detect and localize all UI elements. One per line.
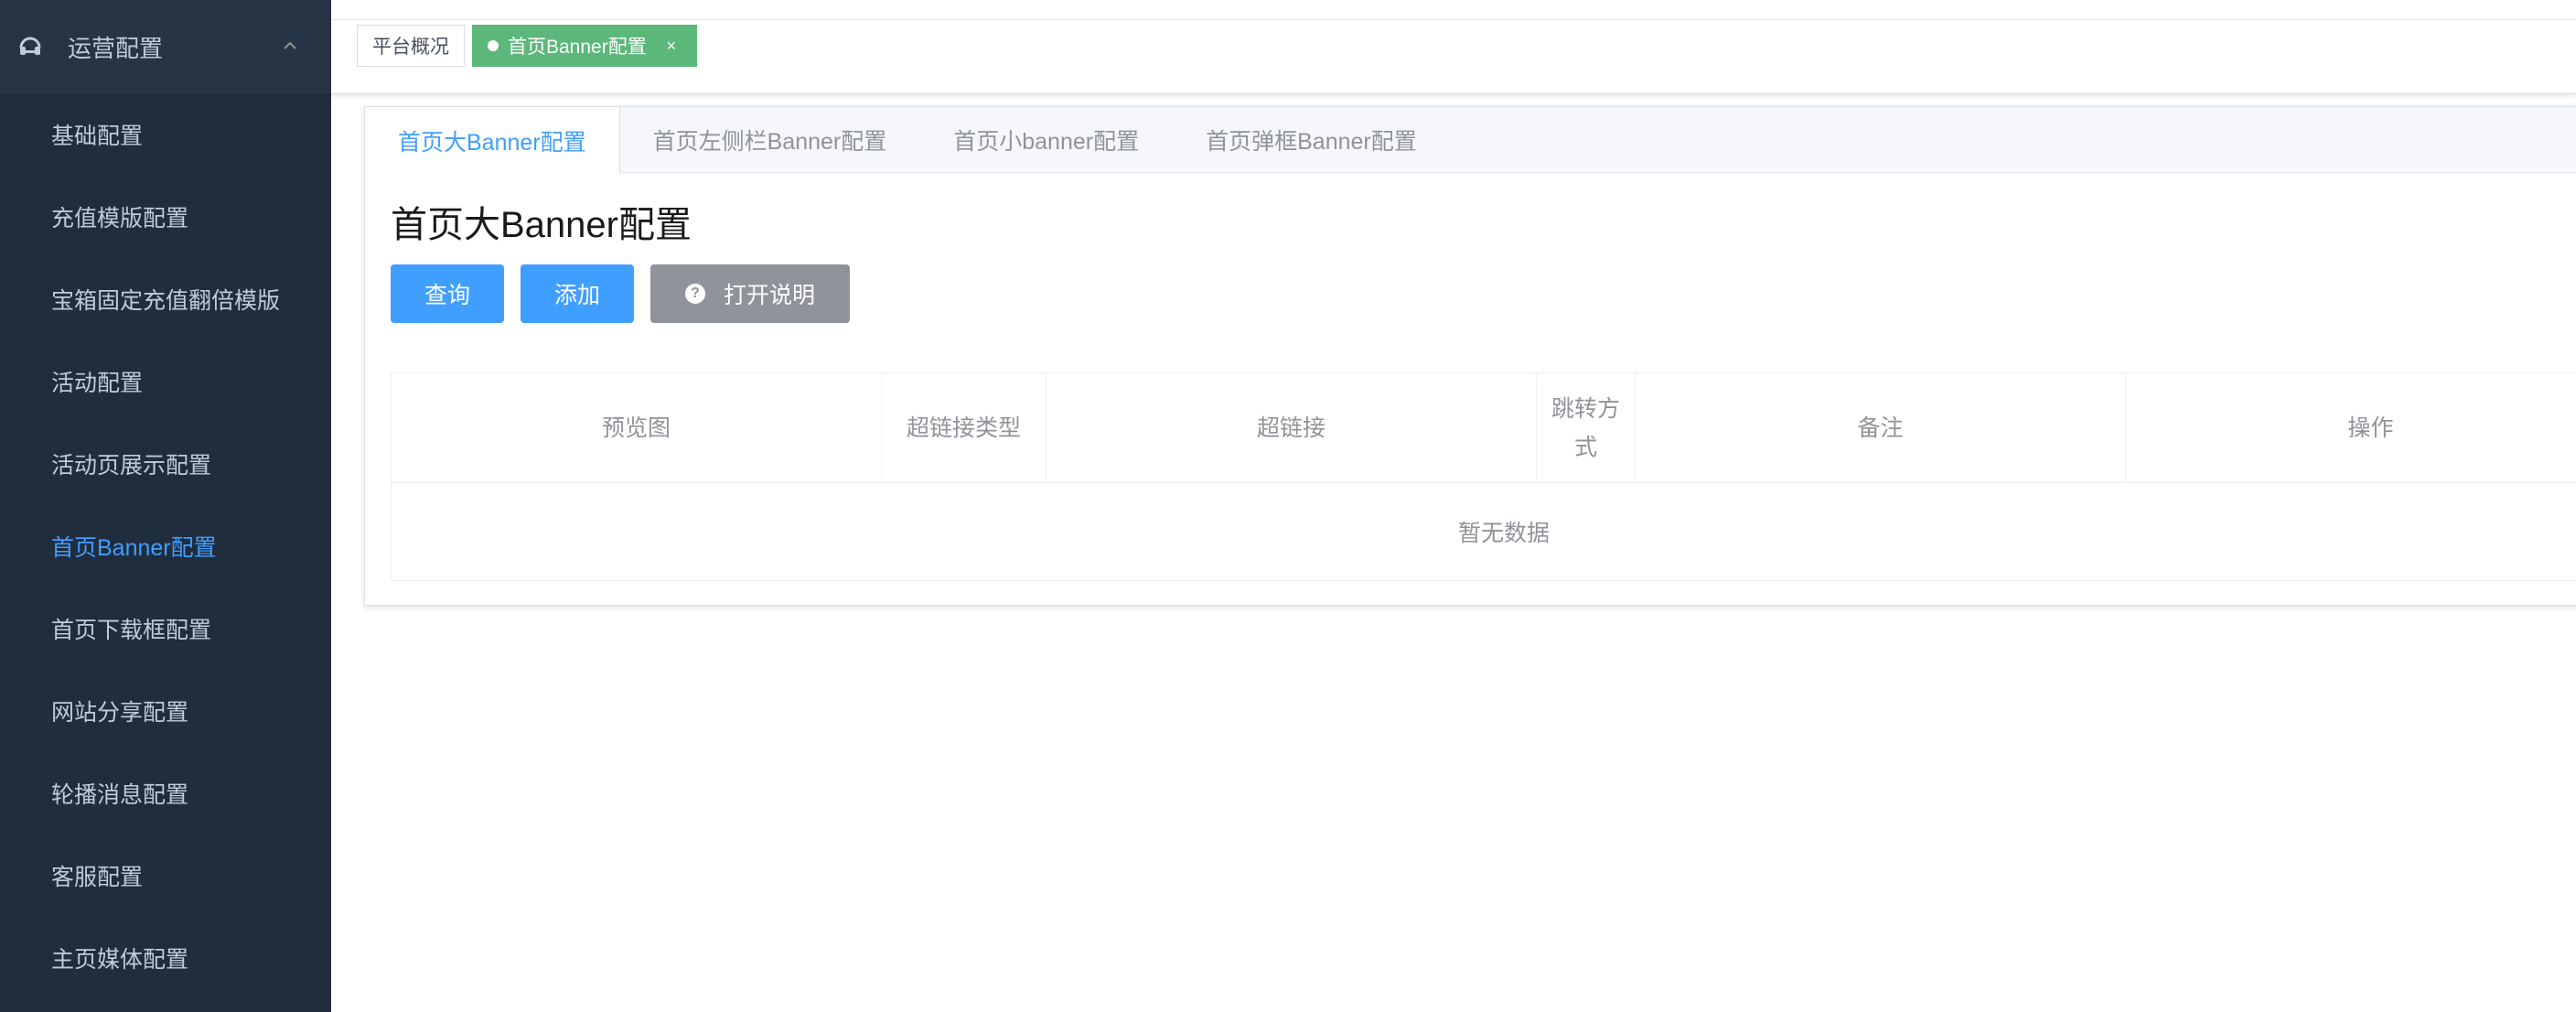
tag-platform-overview[interactable]: 平台概况 — [357, 25, 465, 67]
dot-icon — [488, 40, 499, 51]
sidebar-item-label: 充值模版配置 — [51, 206, 189, 231]
tab-home-popup-banner[interactable]: 首页弹框Banner配置 — [1173, 107, 1451, 172]
button-label: 打开说明 — [723, 283, 815, 308]
tabs-header: 首页大Banner配置 首页左侧栏Banner配置 首页小banner配置 首页… — [365, 107, 2576, 174]
sidebar-item-activity-config[interactable]: 活动配置 — [0, 340, 331, 423]
sidebar-item-home-download-box[interactable]: 首页下载框配置 — [0, 587, 331, 670]
chevron-up-icon — [282, 38, 298, 54]
tab-home-large-banner[interactable]: 首页大Banner配置 — [365, 107, 620, 174]
tag-label: 首页Banner配置 — [508, 37, 647, 58]
tab-label: 首页弹框Banner配置 — [1206, 128, 1417, 155]
sidebar-item-label: 首页Banner配置 — [51, 535, 217, 561]
sidebar-item-label: 活动配置 — [51, 371, 144, 396]
tab-label: 首页大Banner配置 — [398, 129, 586, 156]
sidebar-item-label: 主页媒体配置 — [51, 947, 189, 973]
add-button[interactable]: 添加 — [521, 264, 634, 323]
column-header-link-type: 超链接类型 — [882, 373, 1046, 482]
open-instructions-button[interactable]: ? 打开说明 — [650, 264, 850, 323]
column-header-link: 超链接 — [1046, 373, 1537, 482]
submenu-operations-config[interactable]: 运营配置 — [0, 0, 331, 93]
table-header: 预览图 超链接类型 超链接 跳转方式 备注 操作 — [392, 373, 2576, 483]
tag-label: 平台概况 — [372, 37, 449, 58]
query-button[interactable]: 查询 — [391, 264, 504, 323]
tab-label: 首页小banner配置 — [953, 128, 1140, 155]
sidebar: 运营配置 基础配置 充值模版配置 宝箱固定充值翻倍模版 活动配置 活动页展示配置… — [0, 0, 331, 1012]
sidebar-item-label: 首页下载框配置 — [51, 618, 212, 643]
column-header-jump-mode: 跳转方式 — [1537, 373, 1636, 482]
submenu-title: 运营配置 — [68, 34, 164, 62]
sidebar-item-customer-service[interactable]: 客服配置 — [0, 834, 331, 917]
column-header-preview: 预览图 — [392, 373, 882, 482]
close-icon[interactable]: × — [663, 38, 680, 54]
question-circle-icon: ? — [684, 284, 705, 304]
sidebar-item-label: 客服配置 — [51, 865, 144, 890]
tag-home-banner[interactable]: 首页Banner配置 × — [472, 25, 697, 67]
column-header-actions: 操作 — [2126, 373, 2576, 482]
tags-view-bar: 平台概况 首页Banner配置 × — [331, 19, 2576, 94]
empty-text: 暂无数据 — [1458, 521, 1551, 546]
sidebar-item-carousel-message[interactable]: 轮播消息配置 — [0, 752, 331, 834]
sidebar-item-home-media[interactable]: 主页媒体配置 — [0, 917, 331, 999]
banner-table: 预览图 超链接类型 超链接 跳转方式 备注 操作 暂无数据 — [391, 372, 2576, 581]
sidebar-item-home-banner[interactable]: 首页Banner配置 — [0, 505, 331, 587]
panel-title: 首页大Banner配置 — [391, 205, 692, 245]
sidebar-item-basic-config[interactable]: 基础配置 — [0, 93, 331, 176]
column-header-remark: 备注 — [1636, 373, 2126, 482]
tab-home-small-banner[interactable]: 首页小banner配置 — [920, 107, 1173, 172]
tab-home-left-sidebar-banner[interactable]: 首页左侧栏Banner配置 — [620, 107, 921, 172]
banner-config-card: 首页大Banner配置 首页左侧栏Banner配置 首页小banner配置 首页… — [364, 106, 2576, 606]
table-empty-row: 暂无数据 — [392, 483, 2576, 580]
sidebar-item-site-share[interactable]: 网站分享配置 — [0, 670, 331, 752]
sidebar-item-label: 宝箱固定充值翻倍模版 — [51, 288, 281, 314]
sidebar-item-label: 基础配置 — [51, 124, 144, 149]
tab-label: 首页左侧栏Banner配置 — [652, 128, 887, 155]
sidebar-item-activity-page-display[interactable]: 活动页展示配置 — [0, 423, 331, 505]
sidebar-item-recharge-template[interactable]: 充值模版配置 — [0, 176, 331, 258]
headset-icon — [16, 33, 44, 60]
sidebar-item-label: 轮播消息配置 — [51, 782, 189, 808]
sidebar-item-label: 活动页展示配置 — [51, 453, 212, 479]
sidebar-item-label: 网站分享配置 — [51, 700, 189, 726]
sidebar-item-chest-double-template[interactable]: 宝箱固定充值翻倍模版 — [0, 258, 331, 340]
